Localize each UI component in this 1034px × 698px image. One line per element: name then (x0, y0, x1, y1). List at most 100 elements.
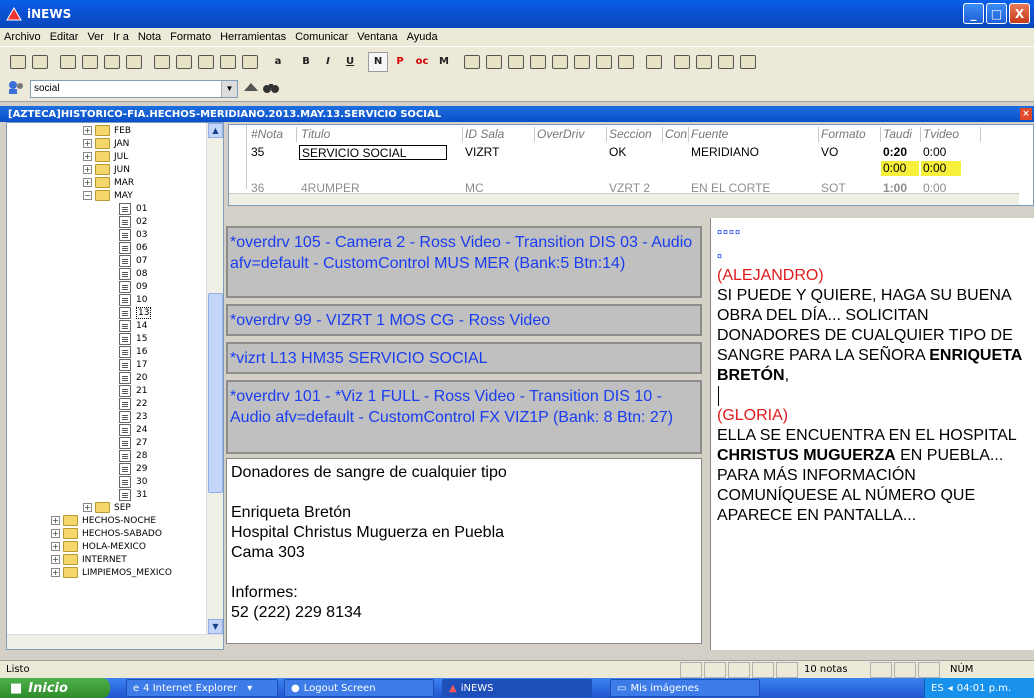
tree-item-month[interactable]: + JUN (83, 163, 130, 176)
script-pane[interactable]: ¤¤¤¤ ¤ (ALEJANDRO) SI PUEDE Y QUIERE, HA… (710, 218, 1034, 650)
col-id-sala[interactable]: ID Sala (463, 127, 535, 142)
eraser-icon[interactable] (738, 52, 758, 72)
font-size-button[interactable]: a (268, 52, 288, 72)
cell-titulo[interactable]: SERVICIO SOCIAL (299, 145, 447, 160)
expand-icon[interactable]: + (51, 529, 60, 538)
tree-item-folder[interactable]: + HOLA-MEXICO (51, 540, 146, 553)
expand-icon[interactable]: + (83, 126, 92, 135)
menu-editar[interactable]: Editar (50, 31, 79, 43)
tree-item-month[interactable]: + JAN (83, 137, 129, 150)
tree-scroll-thumb[interactable] (208, 293, 223, 493)
note-icon[interactable] (218, 52, 238, 72)
menu-comunicar[interactable]: Comunicar (295, 31, 348, 43)
col-fuente[interactable]: Fuente (689, 127, 819, 142)
tree-item-day[interactable]: 29 (119, 462, 147, 475)
tree-item-day[interactable]: 07 (119, 254, 147, 267)
tree-item-day[interactable]: 17 (119, 358, 147, 371)
tree-item-day[interactable]: 14 (119, 319, 147, 332)
book-icon[interactable] (716, 52, 736, 72)
col-tvideo[interactable]: Tvideo (921, 127, 981, 142)
search-options-icon[interactable] (242, 79, 260, 98)
taskbar-item-logout[interactable]: ● Logout Screen (284, 679, 434, 697)
tree-item-folder[interactable]: + HECHOS-NOCHE (51, 514, 156, 527)
tree-item-folder[interactable]: + HECHOS-SABADO (51, 527, 162, 540)
table-row[interactable]: 0:00 0:00 (229, 161, 1019, 176)
folder-icon[interactable] (196, 52, 216, 72)
menu-archivo[interactable]: Archivo (4, 31, 41, 43)
col-taudi[interactable]: Taudi (881, 127, 921, 142)
tree-item-day[interactable]: 15 (119, 332, 147, 345)
expand-icon[interactable]: + (83, 503, 92, 512)
tool-icon-2[interactable] (484, 52, 504, 72)
scroll-up-icon[interactable]: ▲ (208, 123, 223, 138)
find-people-icon[interactable] (6, 79, 26, 98)
col-titulo[interactable]: Titulo (299, 127, 463, 142)
col-seccion[interactable]: Seccion (607, 127, 663, 142)
machine-mode-button[interactable]: M (434, 52, 454, 72)
tree-item-month[interactable]: + JUL (83, 150, 128, 163)
tree-item-month[interactable]: + MAR (83, 176, 134, 189)
print-icon[interactable] (80, 52, 100, 72)
tree-item-day[interactable]: 09 (119, 280, 147, 293)
clipboard-icon[interactable] (644, 52, 664, 72)
pencil-icon[interactable] (694, 52, 714, 72)
link-icon[interactable] (152, 52, 172, 72)
lock-icon[interactable] (240, 52, 260, 72)
tool-icon-5[interactable] (550, 52, 570, 72)
tree-item-day[interactable]: 24 (119, 423, 147, 436)
minimize-button[interactable]: _ (963, 3, 984, 24)
story-text-area[interactable]: Donadores de sangre de cualquier tipo En… (226, 458, 702, 644)
maximize-button[interactable]: □ (986, 3, 1007, 24)
tool-icon-6[interactable] (572, 52, 592, 72)
tree-item-day[interactable]: 21 (119, 384, 147, 397)
col-overdriv[interactable]: OverDriv (535, 127, 607, 142)
tree-item-month[interactable]: + FEB (83, 124, 131, 137)
expand-icon[interactable]: + (51, 516, 60, 525)
start-button[interactable]: ■ Inicio (0, 678, 110, 698)
menu-ir-a[interactable]: Ir a (113, 31, 129, 43)
tree-horizontal-scrollbar[interactable] (7, 634, 223, 649)
binoculars-icon[interactable] (262, 79, 280, 98)
menu-ayuda[interactable]: Ayuda (407, 31, 438, 43)
tree-item-day[interactable]: 01 (119, 202, 147, 215)
tree-item-month[interactable]: + SEP (83, 501, 131, 514)
disk-icon[interactable] (124, 52, 144, 72)
normal-mode-button[interactable]: N (368, 51, 388, 72)
cue-block[interactable]: *overdrv 101 - *Viz 1 FULL - Ross Video … (226, 380, 702, 454)
tree-item-folder[interactable]: + LIMPIEMOS_MEXICO (51, 566, 172, 579)
save-icon[interactable] (58, 52, 78, 72)
spellcheck-icon[interactable] (102, 52, 122, 72)
tool-icon-8[interactable] (616, 52, 636, 72)
menu-ventana[interactable]: Ventana (357, 31, 397, 43)
tool-icon-9[interactable] (672, 52, 692, 72)
expand-icon[interactable]: + (83, 139, 92, 148)
close-story-icon[interactable]: × (1020, 108, 1032, 120)
tray-arrow-icon[interactable]: ◂ (948, 683, 953, 694)
collapse-icon[interactable]: − (83, 191, 92, 200)
italic-button[interactable]: I (318, 52, 338, 72)
tree-item-day[interactable]: 03 (119, 228, 147, 241)
tree-vertical-scrollbar[interactable]: ▲ ▼ (206, 123, 223, 635)
col-formato[interactable]: Formato (819, 127, 881, 142)
new-story-icon[interactable] (8, 52, 28, 72)
presenter-mode-button[interactable]: P (390, 52, 410, 72)
highlight-icon[interactable] (174, 52, 194, 72)
expand-icon[interactable]: + (83, 165, 92, 174)
taskbar-item-ie[interactable]: e 4 Internet Explorer ▾ (126, 679, 278, 697)
bold-button[interactable]: B (296, 52, 316, 72)
menu-ver[interactable]: Ver (87, 31, 104, 43)
menu-formato[interactable]: Formato (170, 31, 211, 43)
tree-item-day[interactable]: 23 (119, 410, 147, 423)
menu-herramientas[interactable]: Herramientas (220, 31, 286, 43)
grid-horizontal-scrollbar[interactable] (229, 193, 1019, 205)
tree-item-day[interactable]: 10 (119, 293, 147, 306)
tree-item-day[interactable]: 13 (119, 306, 152, 319)
tool-icon-1[interactable] (462, 52, 482, 72)
close-button[interactable]: X (1009, 3, 1030, 24)
expand-icon[interactable]: + (51, 555, 60, 564)
expand-icon[interactable]: + (83, 178, 92, 187)
menu-nota[interactable]: Nota (138, 31, 161, 43)
cue-block[interactable]: *vizrt L13 HM35 SERVICIO SOCIAL (226, 342, 702, 374)
tree-item-day[interactable]: 06 (119, 241, 147, 254)
table-row[interactable]: 35 SERVICIO SOCIAL VIZRT OK MERIDIANO VO… (229, 145, 1019, 160)
